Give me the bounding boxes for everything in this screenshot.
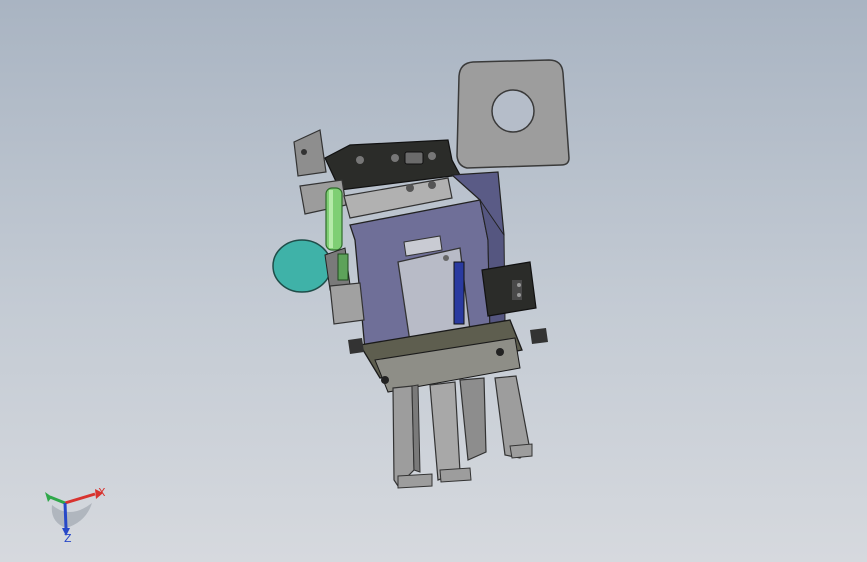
- x-axis-arrow: [64, 492, 96, 505]
- mounting-plate-with-hole[interactable]: [456, 59, 570, 169]
- cad-viewport[interactable]: X Z: [0, 0, 867, 562]
- support-legs[interactable]: [392, 375, 533, 489]
- cad-model-view[interactable]: X Z: [0, 0, 867, 562]
- left-small-bracket[interactable]: [293, 129, 327, 177]
- blue-connector-strip: [453, 261, 465, 325]
- z-axis-arrow: [63, 502, 68, 529]
- z-axis-label: Z: [64, 532, 72, 545]
- right-connector-block[interactable]: [481, 261, 537, 317]
- x-axis-label: X: [98, 486, 106, 499]
- y-axis-arrow: [49, 495, 66, 505]
- orientation-triad[interactable]: X Z: [45, 486, 106, 545]
- green-rod[interactable]: [325, 187, 343, 251]
- lower-left-block[interactable]: [329, 282, 365, 325]
